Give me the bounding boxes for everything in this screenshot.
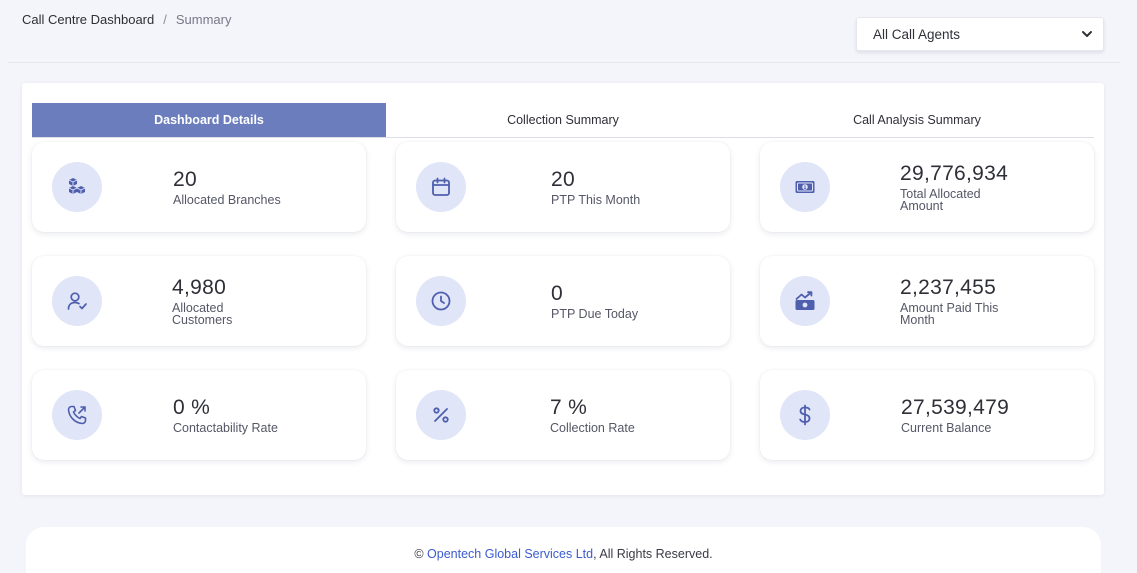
- clock-icon: [431, 291, 451, 311]
- chevron-down-icon: [1082, 31, 1092, 37]
- stat-value: 29,776,934: [900, 161, 1009, 185]
- stat-label: Total Allocated Amount: [900, 186, 981, 213]
- stat-label: Amount Paid This Month: [900, 300, 999, 327]
- breadcrumb-root[interactable]: Call Centre Dashboard: [22, 12, 154, 27]
- footer: © Opentech Global Services Ltd, All Righ…: [26, 527, 1101, 573]
- stat-value: 0 %: [173, 395, 211, 419]
- tab-bar: Dashboard Details Collection Summary Cal…: [32, 103, 1094, 138]
- stat-label: Collection Rate: [550, 420, 635, 435]
- call-agent-select[interactable]: All Call Agents: [856, 17, 1104, 51]
- stat-card-allocated-customers: 4,980 Allocated Customers: [32, 256, 366, 346]
- money-trend-icon: [795, 291, 815, 310]
- stat-label: Contactability Rate: [173, 420, 278, 435]
- footer-company-link[interactable]: Opentech Global Services Ltd: [427, 547, 593, 561]
- stat-card-ptp-due-today: 0 PTP Due Today: [396, 256, 730, 346]
- dashboard-panel: Dashboard Details Collection Summary Cal…: [22, 83, 1104, 495]
- svg-text:1: 1: [803, 185, 806, 191]
- stat-card-collection-rate: 7 % Collection Rate: [396, 370, 730, 460]
- stat-value: 0: [551, 281, 563, 305]
- tab-call-analysis-summary[interactable]: Call Analysis Summary: [740, 103, 1094, 137]
- phone-outgoing-icon: [67, 405, 87, 425]
- breadcrumb-current: Summary: [175, 12, 232, 27]
- boxes-icon: [68, 178, 86, 194]
- stat-card-ptp-this-month: 20 PTP This Month: [396, 142, 730, 232]
- stat-card-allocated-branches: 20 Allocated Branches: [32, 142, 366, 232]
- stat-value: 20: [173, 167, 197, 191]
- percent-icon: [433, 407, 449, 423]
- stat-card-contactability-rate: 0 % Contactability Rate: [32, 370, 366, 460]
- stat-label: Current Balance: [901, 420, 992, 435]
- stat-value: 27,539,479: [901, 395, 1010, 419]
- dollar-icon: [799, 404, 811, 426]
- calendar-icon: [432, 177, 450, 196]
- stat-value: 4,980: [172, 275, 227, 299]
- banknote-icon: 1: [795, 181, 815, 193]
- stat-value: 2,237,455: [900, 275, 997, 299]
- stat-label: Allocated Branches: [173, 192, 281, 207]
- stat-card-total-allocated-amount: 1 29,776,934 Total Allocated Amount: [760, 142, 1094, 232]
- breadcrumb: Call Centre Dashboard / Summary: [22, 12, 231, 27]
- stat-value: 20: [551, 167, 575, 191]
- stat-label: Allocated Customers: [172, 300, 233, 327]
- stat-label: PTP Due Today: [551, 306, 639, 321]
- breadcrumb-separator: /: [163, 12, 167, 27]
- stat-card-current-balance: 27,539,479 Current Balance: [760, 370, 1094, 460]
- top-bar: Call Centre Dashboard / Summary All Call…: [8, 0, 1120, 63]
- call-agent-select-value: All Call Agents: [873, 26, 961, 42]
- stat-card-amount-paid-this-month: 2,237,455 Amount Paid This Month: [760, 256, 1094, 346]
- tab-dashboard-details[interactable]: Dashboard Details: [32, 103, 386, 137]
- user-check-icon: [67, 292, 87, 310]
- footer-prefix: ©: [414, 547, 428, 561]
- footer-suffix: , All Rights Reserved.: [593, 547, 713, 561]
- stat-label: PTP This Month: [551, 192, 641, 207]
- stat-value: 7 %: [550, 395, 588, 419]
- tab-collection-summary[interactable]: Collection Summary: [386, 103, 740, 137]
